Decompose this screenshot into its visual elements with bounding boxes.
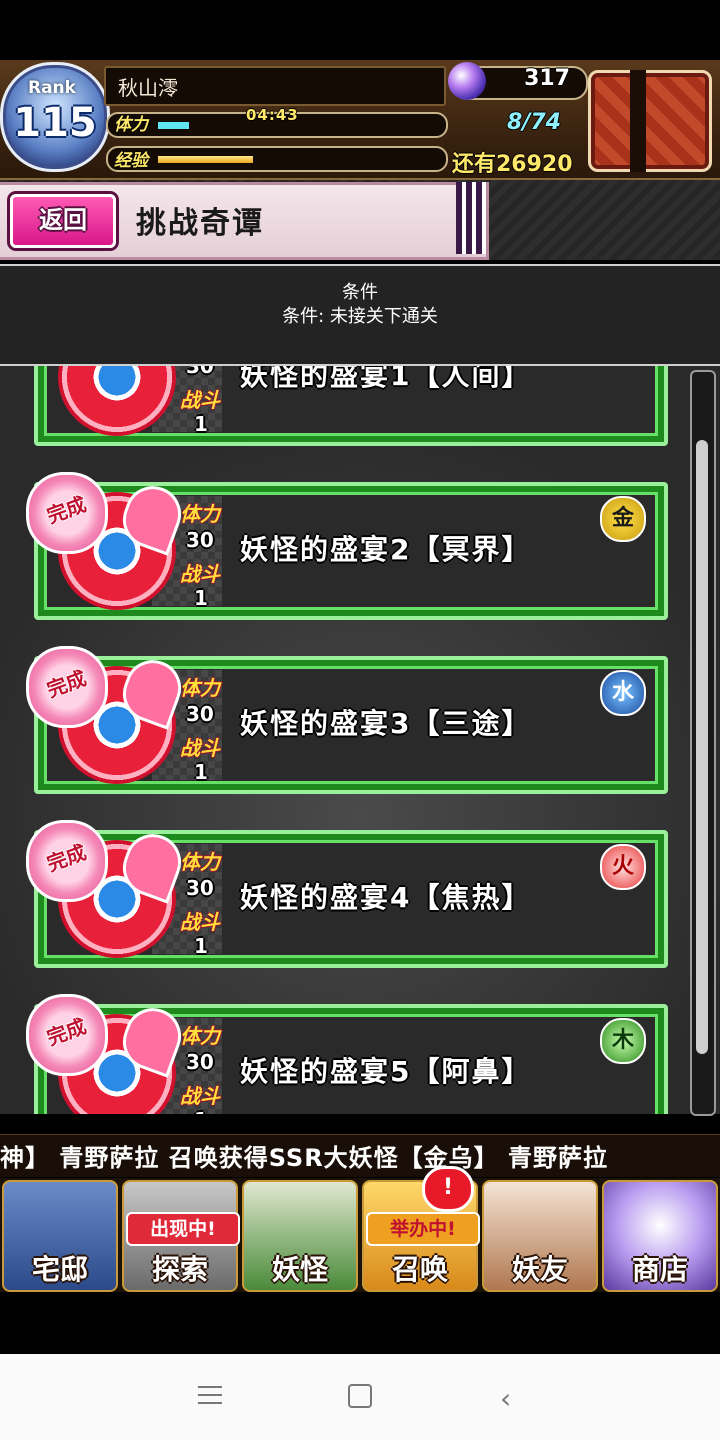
- gift-chest-icon[interactable]: [588, 70, 712, 172]
- home-icon[interactable]: [348, 1384, 372, 1408]
- nav-home-label[interactable]: 宅邸: [0, 1248, 120, 1288]
- menu-icon[interactable]: [198, 1386, 222, 1404]
- battle-count: 1: [194, 934, 208, 958]
- gem-count: 317: [524, 66, 570, 91]
- system-spacer: [0, 1292, 720, 1354]
- ticker-text: 神】 青野萨拉 召唤获得SSR大妖怪【金乌】 青野萨拉: [0, 1144, 609, 1172]
- magatama-gem-icon: [448, 62, 486, 100]
- stamina-cost: 30: [186, 528, 214, 552]
- stage-card[interactable]: 完成 体力 30 战斗 1 妖怪的盛宴5【阿鼻】 木: [26, 994, 668, 1114]
- stage-title: 妖怪的盛宴5【阿鼻】: [240, 1055, 532, 1088]
- nav-yokai-label[interactable]: 妖怪: [240, 1248, 360, 1288]
- stamina-timer: 04:43: [246, 106, 299, 124]
- stage-title: 妖怪的盛宴1【人间】: [240, 366, 532, 392]
- title-stripe: [456, 182, 486, 254]
- metal-element-icon: 金: [600, 496, 646, 542]
- stamina-cost-label: 体力: [180, 1024, 220, 1048]
- page-title: 挑战奇谭: [136, 206, 264, 241]
- stamina-cost-label: 体力: [180, 850, 220, 874]
- wood-element-icon: 木: [600, 1018, 646, 1064]
- summon-notice-badge: !: [422, 1166, 474, 1212]
- stage-card[interactable]: 完成 体力 30 战斗 1 妖怪的盛宴3【三途】 水: [26, 646, 668, 794]
- battle-count-label: 战斗: [180, 562, 220, 586]
- back-icon[interactable]: ‹: [500, 1382, 511, 1415]
- stamina-fill: [158, 122, 189, 129]
- battle-count-label: 战斗: [180, 910, 220, 934]
- scrollbar-thumb[interactable]: [696, 440, 708, 1054]
- status-area: [0, 0, 720, 60]
- stamina-cost: 30: [186, 702, 214, 726]
- stage-title: 妖怪的盛宴2【冥界】: [240, 533, 532, 566]
- stamina-cost-label: 体力: [180, 676, 220, 700]
- back-button-label[interactable]: 返回: [10, 200, 116, 235]
- stamina-count: 8/74: [507, 110, 561, 135]
- nav-shop-label[interactable]: 商店: [600, 1248, 720, 1288]
- water-element-icon: 水: [600, 670, 646, 716]
- rank-value: 115: [13, 100, 97, 146]
- stamina-cost: 30: [186, 366, 214, 378]
- battle-count-label: 战斗: [180, 1084, 220, 1108]
- stage-card[interactable]: 完成 体力 30 战斗 1 妖怪的盛宴4【焦热】 火: [26, 820, 668, 968]
- stage-list[interactable]: 体力 30 战斗 1 妖怪的盛宴1【人间】 完成 体力 30 战斗 1 妖怪的盛…: [0, 366, 720, 1114]
- battle-count: 1: [194, 586, 208, 610]
- exp-label: 经验: [114, 151, 148, 171]
- stage-card[interactable]: 完成 体力 30 战斗 1 妖怪的盛宴2【冥界】 金: [26, 472, 668, 620]
- stamina-cost: 30: [186, 876, 214, 900]
- stamina-cost-label: 体力: [180, 502, 220, 526]
- condition-text: 条件: 未接关下通关: [282, 306, 438, 327]
- battle-count: 1: [194, 1108, 208, 1114]
- battle-count-label: 战斗: [180, 736, 220, 760]
- player-name: 秋山澪: [118, 76, 178, 100]
- stamina-cost: 30: [186, 1050, 214, 1074]
- nav-summon-label[interactable]: 召唤: [360, 1248, 480, 1288]
- condition-heading: 条件: [342, 282, 378, 303]
- stamina-label: 体力: [114, 115, 148, 135]
- summon-tag: 举办中!: [366, 1212, 480, 1246]
- battle-count-label: 战斗: [180, 388, 220, 412]
- chest-band: [630, 70, 646, 172]
- exp-remaining: 还有26920: [452, 152, 573, 177]
- battle-count: 1: [194, 412, 208, 436]
- explore-tag: 出现中!: [126, 1212, 240, 1246]
- stage-title: 妖怪的盛宴3【三途】: [240, 707, 532, 740]
- nav-explore-label[interactable]: 探索: [120, 1248, 240, 1288]
- stage-title: 妖怪的盛宴4【焦热】: [240, 881, 532, 914]
- battle-count: 1: [194, 760, 208, 784]
- rank-label: Rank: [28, 78, 76, 98]
- exp-fill: [158, 156, 253, 163]
- nav-friends-label[interactable]: 妖友: [480, 1248, 600, 1288]
- fire-element-icon: 火: [600, 844, 646, 890]
- stage-card[interactable]: 体力 30 战斗 1 妖怪的盛宴1【人间】: [34, 366, 668, 446]
